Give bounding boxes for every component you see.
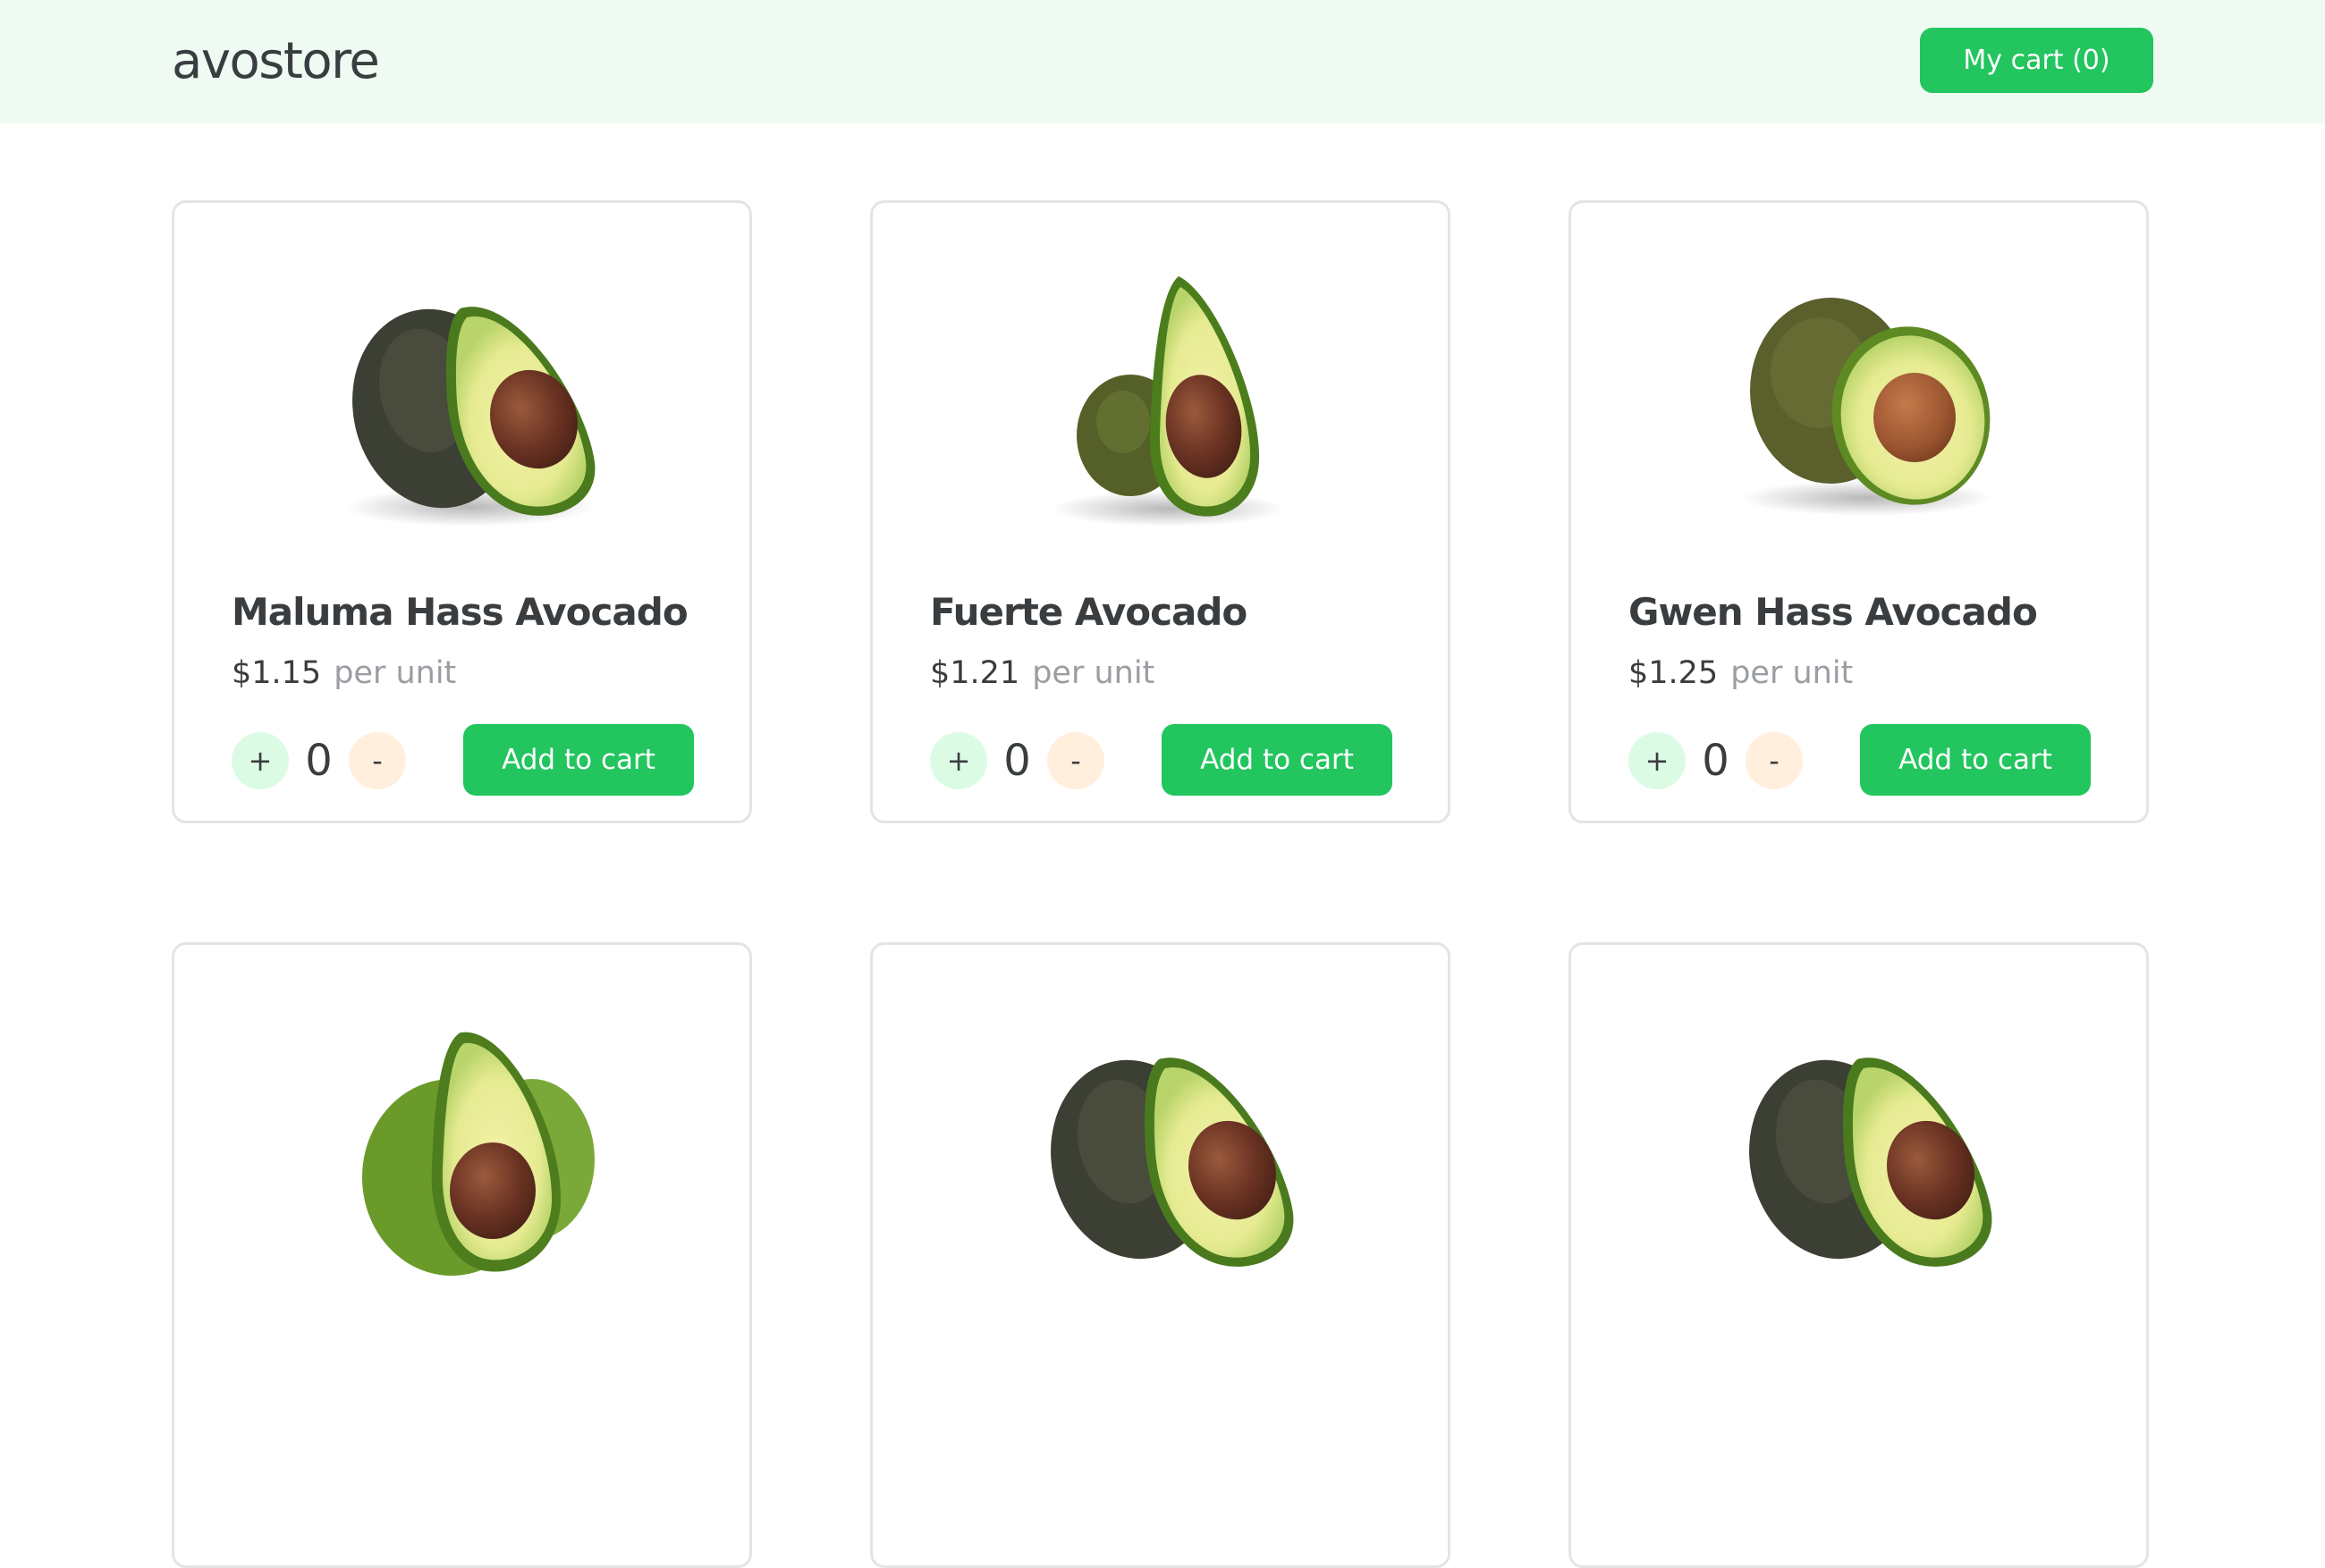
product-name[interactable]: Maluma Hass Avocado (232, 587, 689, 637)
quantity-value: 0 (1003, 736, 1031, 786)
price-row: $1.15 per unit (232, 653, 456, 694)
quantity-increase-button[interactable]: + (1628, 732, 1686, 789)
product-image (344, 307, 596, 527)
product-price: $1.15 (232, 655, 322, 691)
product-image (362, 1032, 595, 1276)
quantity-value: 0 (1702, 736, 1729, 786)
add-to-cart-button[interactable]: Add to cart (1162, 724, 1392, 796)
product-name[interactable]: Gwen Hass Avocado (1628, 587, 2038, 637)
quantity-increase-button[interactable]: + (232, 732, 289, 789)
add-to-cart-button[interactable]: Add to cart (1860, 724, 2091, 796)
price-unit: per unit (1730, 655, 1854, 691)
product-card: Maluma Hass Avocado $1.15 per unit + 0 - … (172, 200, 752, 823)
site-header: avostore My cart (0) (0, 0, 2325, 123)
product-image (1749, 1058, 1992, 1267)
quantity-decrease-button[interactable]: - (1047, 732, 1104, 789)
store-logo[interactable]: avostore (172, 30, 380, 93)
product-image (1052, 276, 1284, 527)
price-unit: per unit (334, 655, 457, 691)
product-image (1051, 1058, 1294, 1267)
product-name[interactable]: Fuerte Avocado (930, 587, 1247, 637)
quantity-value: 0 (305, 736, 333, 786)
product-card: Fuerte Avocado $1.21 per unit + 0 - Add t… (870, 200, 1450, 823)
product-card (172, 942, 752, 1568)
price-unit: per unit (1032, 655, 1155, 691)
price-row: $1.25 per unit (1628, 653, 1853, 694)
product-price: $1.21 (930, 655, 1020, 691)
product-card: Gwen Hass Avocado $1.25 per unit + 0 - Ad… (1568, 200, 2149, 823)
price-row: $1.21 per unit (930, 653, 1154, 694)
product-card (1568, 942, 2149, 1568)
product-image (1741, 298, 1991, 516)
my-cart-button[interactable]: My cart (0) (1920, 28, 2153, 93)
add-to-cart-button[interactable]: Add to cart (463, 724, 694, 796)
product-card (870, 942, 1450, 1568)
product-price: $1.25 (1628, 655, 1719, 691)
quantity-decrease-button[interactable]: - (349, 732, 406, 789)
quantity-increase-button[interactable]: + (930, 732, 987, 789)
quantity-decrease-button[interactable]: - (1746, 732, 1803, 789)
